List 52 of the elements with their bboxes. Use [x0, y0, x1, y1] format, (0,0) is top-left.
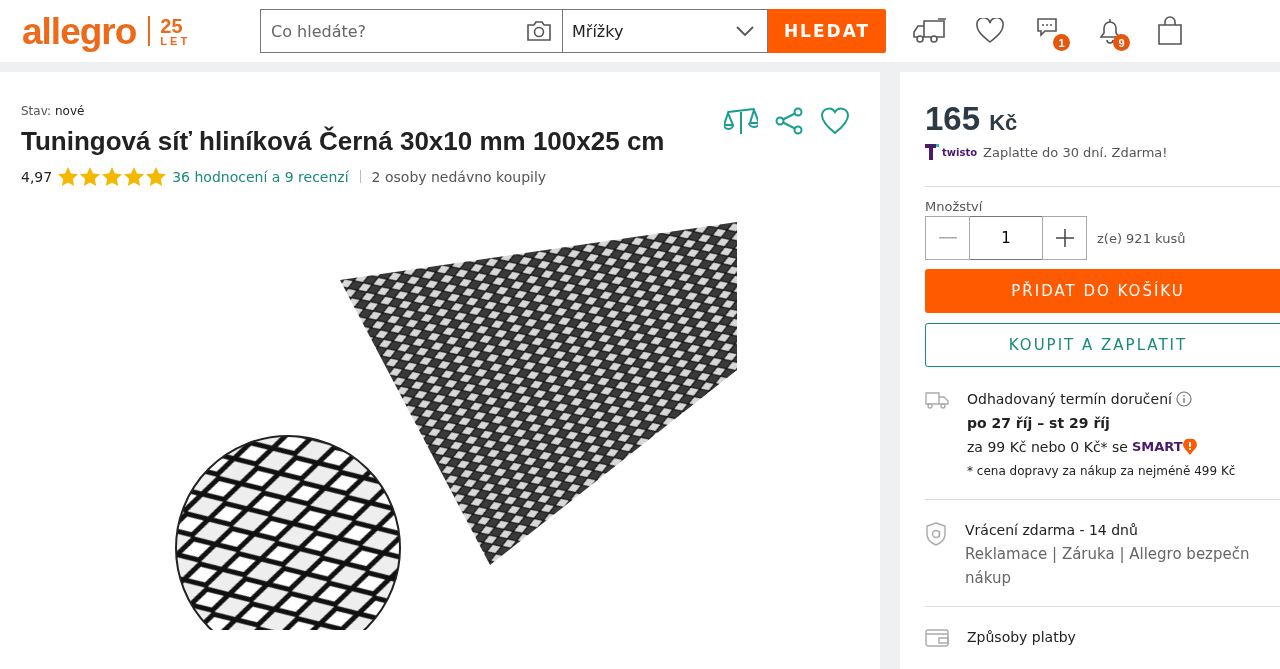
buy-now-button[interactable]: KOUPIT A ZAPLATIT [925, 323, 1280, 367]
category-dropdown[interactable]: Mřížky [562, 9, 768, 53]
chat-button[interactable]: 1 [1032, 13, 1068, 49]
chevron-down-icon [735, 25, 755, 37]
notifications-bell-button[interactable]: 9 [1092, 13, 1128, 49]
payment-methods-title: Způsoby platby [967, 628, 1076, 647]
increase-button[interactable] [1042, 216, 1087, 260]
allegro-logo[interactable]: allegro [22, 12, 137, 50]
twisto-logo: twisto [925, 144, 978, 160]
product-title: Tuningová síť hliníková Černá 30x10 mm 100x25 cm [21, 126, 665, 157]
returns-links-text: nákup [965, 568, 1012, 589]
info-icon[interactable] [1175, 391, 1192, 407]
condition-text: Stav: nové [21, 104, 86, 118]
heart-icon[interactable] [820, 107, 850, 135]
star-icon [58, 167, 79, 186]
returns-title: Vrácení zdarma - 14 dnů [965, 521, 1139, 540]
star-icon [146, 167, 167, 186]
share-icon[interactable] [774, 107, 804, 135]
delivery-truck-icon [912, 17, 948, 45]
count-badge: 9 [1113, 34, 1130, 51]
delivery-price-text: za 99 Kč nebo 0 Kč* se [967, 438, 1128, 457]
quantity-label: Množství [925, 199, 984, 214]
anniversary-text: 25 LET [160, 15, 191, 47]
camera-icon[interactable] [526, 20, 552, 42]
minus-icon [938, 237, 957, 239]
delivery-dates: po 27 říj – st 29 říj [967, 414, 1111, 433]
star-icon [80, 167, 101, 186]
search-button[interactable]: HLEDAT [768, 9, 886, 53]
shopping-bag-icon [1157, 16, 1183, 46]
twisto-payment-text: Zaplatte do 30 dní. Zdarma! [983, 144, 1168, 160]
scales-icon[interactable] [724, 107, 758, 137]
star-icon [124, 167, 145, 186]
count-badge: 1 [1053, 34, 1070, 51]
star-icon [102, 167, 123, 186]
reviews-link[interactable]: 36 hodnocení a 9 recenzí [172, 168, 349, 185]
recent-purchases-text: 2 osoby nedávno koupily [371, 168, 547, 185]
delivery-title: Odhadovaný termín doručení [967, 390, 1172, 409]
shield-icon [925, 522, 947, 546]
price-text: 165 Kč [925, 100, 1019, 138]
search-field[interactable]: Co hledáte? [260, 9, 562, 53]
truck-icon [925, 391, 949, 409]
returns-links-text: Reklamace | Záruka | Allegro bezpečn [965, 544, 1250, 565]
add-to-cart-button[interactable]: PŘIDAT DO KOŠÍKU [925, 269, 1280, 313]
delivery-note: * cena dopravy za nákup za nejméně 499 Kč [967, 463, 1236, 480]
stock-text: z(e) 921 kusů [1097, 230, 1186, 246]
plus-icon [1055, 229, 1074, 247]
wallet-icon [925, 629, 949, 647]
smart-logo: SMART [1131, 435, 1197, 459]
decrease-button[interactable] [925, 216, 970, 260]
rating-score: 4,97 [21, 168, 53, 185]
heart-icon [976, 18, 1004, 44]
quantity-field[interactable]: 1 [970, 216, 1042, 260]
